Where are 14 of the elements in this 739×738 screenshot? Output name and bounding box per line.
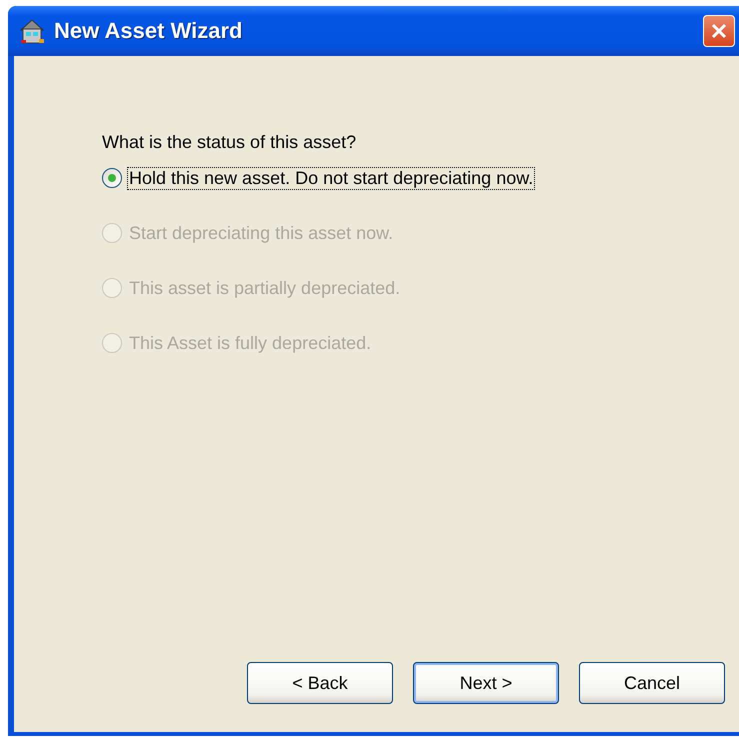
option-label: This asset is partially depreciated. (128, 278, 402, 298)
radio-button[interactable] (102, 168, 122, 188)
radio-option[interactable]: Hold this new asset. Do not start depreciating now. (102, 167, 739, 189)
option-label: Hold this new asset. Do not start depreciating now. (128, 168, 534, 188)
wizard-button[interactable]: Next > (413, 662, 559, 704)
close-icon (709, 21, 729, 41)
wizard-button[interactable]: Cancel (579, 662, 725, 704)
option-label: Start depreciating this asset now. (128, 222, 394, 244)
window-title: New Asset Wizard (54, 18, 244, 44)
house-icon (18, 18, 46, 44)
option-label: This Asset is fully depreciated. (128, 332, 372, 354)
wizard-button[interactable]: < Back (247, 662, 393, 704)
question-text: What is the status of this asset? (102, 132, 358, 153)
close-button[interactable] (703, 15, 735, 47)
